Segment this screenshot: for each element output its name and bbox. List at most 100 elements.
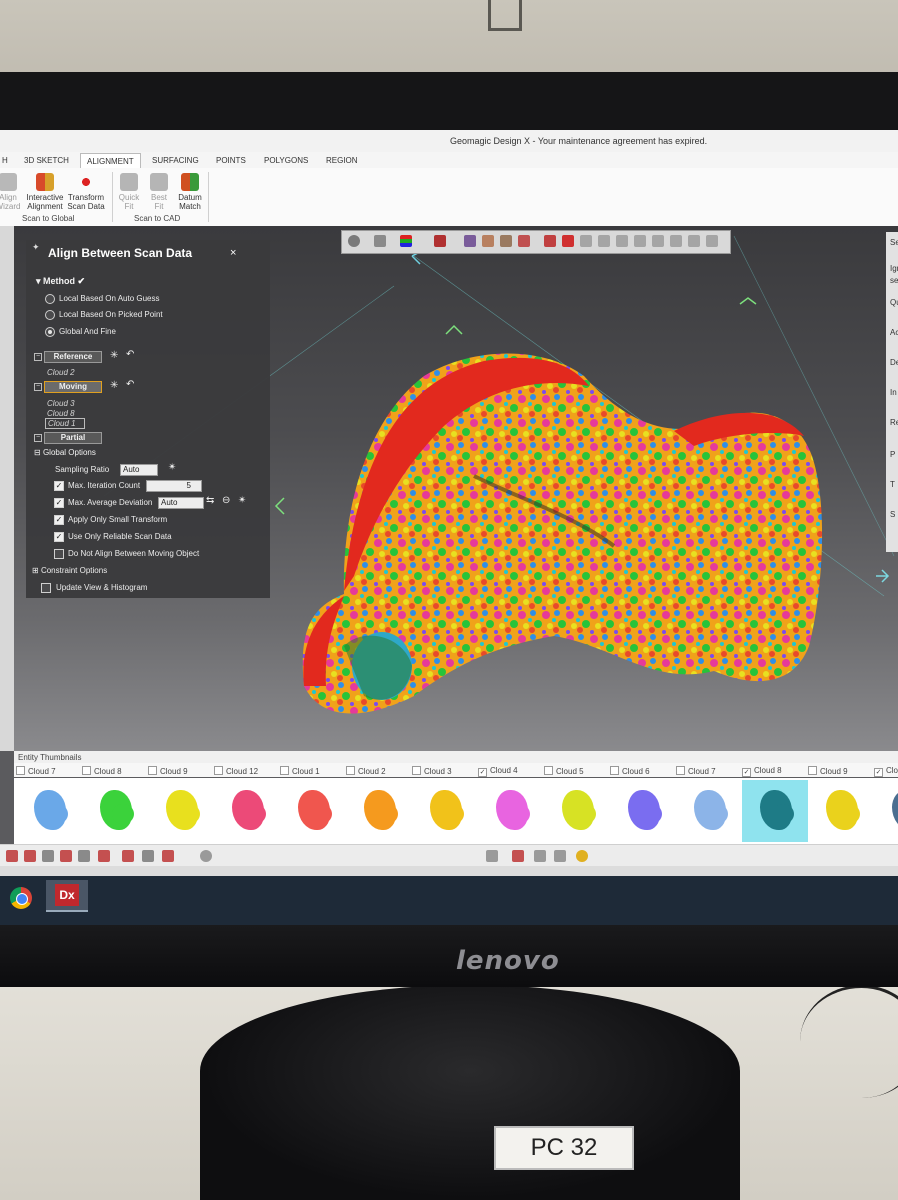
thumbnail-name[interactable]: ✓ Cloud 4	[478, 766, 518, 777]
thumbnail-name[interactable]: Cloud 9	[148, 766, 188, 776]
show-icon[interactable]	[688, 235, 700, 247]
thumbnail-item[interactable]	[82, 780, 148, 842]
interactive-alignment-button[interactable]: Interactive Alignment	[24, 173, 66, 211]
thumbnail-item[interactable]	[148, 780, 214, 842]
thumbnail-item[interactable]	[742, 780, 808, 842]
radio-auto-guess[interactable]	[45, 294, 55, 304]
curve-icon[interactable]	[512, 850, 524, 862]
thumbnail-name[interactable]: Cloud 5	[544, 766, 584, 776]
apply-small-transform-checkbox[interactable]: ✓	[54, 515, 64, 525]
reference-star-icon[interactable]: ✳	[110, 350, 118, 361]
update-view-checkbox[interactable]	[41, 583, 51, 593]
thumbnail-name[interactable]: Cloud 2	[346, 766, 386, 776]
thumbnail-name[interactable]: ✓ Cloud 8	[742, 766, 782, 777]
thumbnail-item[interactable]	[610, 780, 676, 842]
max-deviation-icon[interactable]	[400, 235, 412, 247]
grid-icon[interactable]	[486, 850, 498, 862]
collapse-partial-icon[interactable]: −	[34, 434, 42, 442]
tab-surfacing[interactable]: SURFACING	[152, 156, 199, 165]
reliable-scan-data-checkbox[interactable]: ✓	[54, 532, 64, 542]
moving-item[interactable]: Cloud 1	[45, 418, 85, 429]
collapse-reference-icon[interactable]: −	[34, 353, 42, 361]
close-icon[interactable]: ×	[230, 247, 236, 259]
best-fit-button[interactable]: Best Fit	[146, 173, 172, 211]
no-align-moving-checkbox[interactable]	[54, 549, 64, 559]
thumbnail-name[interactable]: Cloud 7	[16, 766, 56, 776]
design-x-taskbar-button[interactable]: Dx	[46, 880, 88, 912]
pen-icon[interactable]	[652, 235, 664, 247]
select-lasso-icon[interactable]	[634, 235, 646, 247]
view-mode-icon[interactable]	[348, 235, 360, 247]
thumbnail-checkbox[interactable]	[544, 766, 553, 775]
thumbnail-checkbox[interactable]	[808, 766, 817, 775]
thumbnail-checkbox[interactable]	[610, 766, 619, 775]
selection-line-icon[interactable]	[544, 235, 556, 247]
selection-rect-icon[interactable]	[562, 235, 574, 247]
thumbnail-name[interactable]: Cloud 8	[82, 766, 122, 776]
thumbnail-checkbox[interactable]: ✓	[478, 768, 487, 777]
thumbnail-name[interactable]: ✓ Clo	[874, 766, 898, 777]
sampling-settings-icon[interactable]: ✴	[168, 462, 176, 473]
thumbnail-item[interactable]	[676, 780, 742, 842]
transform-scan-data-button[interactable]: Transform Scan Data	[66, 173, 106, 211]
radio-picked-point[interactable]	[45, 310, 55, 320]
thumbnail-checkbox[interactable]	[676, 766, 685, 775]
measure-icon[interactable]: ⊖	[222, 495, 230, 506]
thumbnail-checkbox[interactable]	[412, 766, 421, 775]
global-options-header[interactable]: ⊟ Global Options	[34, 448, 96, 457]
moving-button[interactable]: Moving	[44, 381, 102, 393]
select-circle-icon[interactable]	[580, 235, 592, 247]
surface-vis-icon[interactable]	[162, 850, 174, 862]
sampling-ratio-input[interactable]: Auto	[120, 464, 158, 476]
radio-global-fine[interactable]	[45, 327, 55, 337]
moving-undo-icon[interactable]: ↶	[126, 379, 134, 390]
partial-button[interactable]: Partial	[44, 432, 102, 444]
thumbnail-name[interactable]: Cloud 7	[676, 766, 716, 776]
hide-entity-icon[interactable]	[6, 850, 18, 862]
thumbnail-item[interactable]	[412, 780, 478, 842]
thumbnail-item[interactable]	[280, 780, 346, 842]
hide-icon[interactable]	[670, 235, 682, 247]
color-icon[interactable]	[576, 850, 588, 862]
point-vis-icon[interactable]	[60, 850, 72, 862]
moving-star-icon[interactable]: ✳	[110, 380, 118, 391]
sphere-icon[interactable]	[200, 850, 212, 862]
chrome-icon[interactable]	[10, 887, 32, 909]
quick-fit-button[interactable]: Quick Fit	[116, 173, 142, 211]
thumbnail-name[interactable]: Cloud 1	[280, 766, 320, 776]
moving-item[interactable]: Cloud 3	[47, 399, 75, 408]
split-view-icon[interactable]	[500, 235, 512, 247]
region-vis-icon[interactable]	[122, 850, 134, 862]
thumbnail-checkbox[interactable]	[148, 766, 157, 775]
show-entity-icon[interactable]	[24, 850, 36, 862]
thumbnail-name[interactable]: Cloud 9	[808, 766, 848, 776]
tab-points[interactable]: POINTS	[216, 156, 246, 165]
pause-icon[interactable]	[518, 235, 530, 247]
thumbnail-name[interactable]: Cloud 12	[214, 766, 258, 776]
max-iteration-checkbox[interactable]: ✓	[54, 481, 64, 491]
method-section-header[interactable]: ▾ Method ✔	[36, 276, 85, 287]
measure-icon[interactable]	[534, 850, 546, 862]
swap-icon[interactable]: ⇆	[206, 495, 214, 506]
thumbnail-checkbox[interactable]: ✓	[742, 768, 751, 777]
point-icon[interactable]	[554, 850, 566, 862]
select-brush-icon[interactable]	[598, 235, 610, 247]
select-all-icon[interactable]	[616, 235, 628, 247]
thumbnail-item[interactable]	[808, 780, 874, 842]
cube-view-icon[interactable]	[374, 235, 386, 247]
reference-button[interactable]: Reference	[44, 351, 102, 363]
max-iteration-input[interactable]: 5	[146, 480, 202, 492]
max-avg-deviation-input[interactable]: Auto	[158, 497, 204, 509]
thumbnail-item[interactable]	[478, 780, 544, 842]
tab-polygons[interactable]: POLYGONS	[264, 156, 308, 165]
tab-region[interactable]: REGION	[326, 156, 358, 165]
tab-h[interactable]: H	[2, 156, 8, 165]
eye-icon[interactable]	[42, 850, 54, 862]
collapse-moving-icon[interactable]: −	[34, 383, 42, 391]
constraint-options-header[interactable]: ⊞ Constraint Options	[32, 566, 107, 575]
thumbnail-item[interactable]	[874, 780, 898, 842]
reference-undo-icon[interactable]: ↶	[126, 349, 134, 360]
thumbnail-name[interactable]: Cloud 3	[412, 766, 452, 776]
thumbnail-item[interactable]	[16, 780, 82, 842]
align-wizard-button[interactable]: Align Wizard	[0, 173, 22, 211]
